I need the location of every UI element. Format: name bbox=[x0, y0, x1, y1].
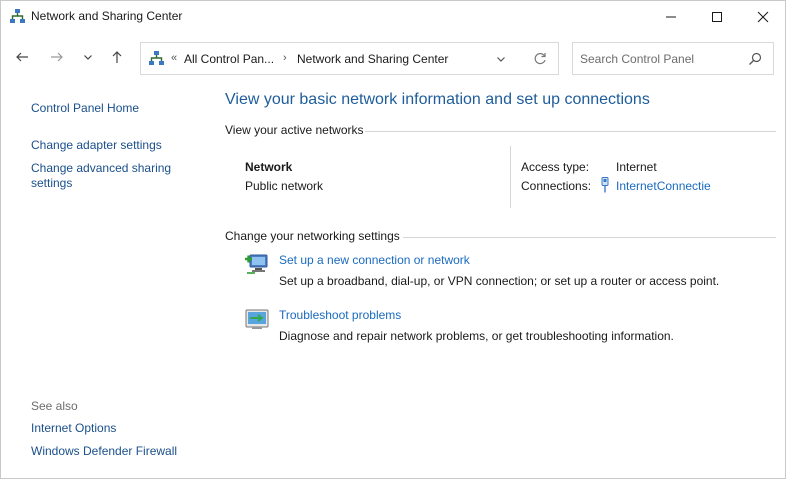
sidebar-link-control-panel-home[interactable]: Control Panel Home bbox=[31, 101, 201, 116]
vertical-divider bbox=[510, 146, 511, 208]
chevron-down-icon bbox=[497, 57, 505, 62]
search-box[interactable] bbox=[572, 42, 774, 75]
search-input[interactable] bbox=[580, 50, 740, 68]
minimize-button[interactable] bbox=[648, 1, 694, 32]
active-networks-heading: View your active networks bbox=[225, 123, 364, 137]
address-dropdown-button[interactable] bbox=[493, 51, 509, 67]
recent-locations-button[interactable] bbox=[77, 46, 99, 68]
breadcrumb-separator[interactable]: › bbox=[283, 52, 287, 64]
back-button[interactable] bbox=[11, 46, 33, 68]
change-settings-heading: Change your networking settings bbox=[225, 229, 400, 243]
network-center-icon bbox=[149, 51, 164, 65]
window-title: Network and Sharing Center bbox=[31, 9, 183, 23]
refresh-button[interactable] bbox=[531, 50, 549, 68]
ethernet-connection-icon bbox=[601, 177, 609, 193]
sidebar-link-advanced-sharing[interactable]: Change advanced sharing settings bbox=[31, 161, 201, 191]
maximize-icon bbox=[712, 11, 722, 22]
connection-link[interactable]: InternetConnectie bbox=[616, 179, 711, 193]
section-divider bbox=[365, 131, 776, 132]
breadcrumb-overflow-button[interactable]: « bbox=[171, 52, 177, 64]
troubleshoot-icon bbox=[245, 309, 269, 329]
see-also-heading: See also bbox=[31, 399, 78, 413]
chevron-down-icon bbox=[84, 55, 92, 60]
access-type-label: Access type: bbox=[521, 160, 590, 174]
sidebar-link-adapter-settings[interactable]: Change adapter settings bbox=[31, 138, 201, 153]
close-icon bbox=[757, 11, 769, 22]
arrow-right-icon bbox=[51, 52, 63, 62]
sidebar-link-defender-firewall[interactable]: Windows Defender Firewall bbox=[31, 444, 201, 459]
new-connection-icon bbox=[245, 254, 268, 274]
close-button[interactable] bbox=[740, 1, 785, 32]
up-button[interactable] bbox=[106, 46, 128, 68]
section-divider bbox=[403, 237, 776, 238]
arrow-up-icon bbox=[112, 51, 122, 63]
title-bar[interactable]: Network and Sharing Center bbox=[1, 1, 785, 32]
navigation-bar: « All Control Pan... › Network and Shari… bbox=[1, 32, 785, 84]
network-center-icon bbox=[10, 9, 25, 23]
forward-button[interactable] bbox=[46, 46, 68, 68]
setup-connection-description: Set up a broadband, dial-up, or VPN conn… bbox=[279, 274, 720, 288]
connections-label: Connections: bbox=[521, 179, 592, 193]
network-category: Public network bbox=[245, 179, 324, 193]
setup-connection-link[interactable]: Set up a new connection or network bbox=[279, 253, 470, 267]
minimize-icon bbox=[666, 16, 676, 17]
search-icon[interactable] bbox=[748, 52, 762, 66]
refresh-icon bbox=[534, 52, 546, 65]
maximize-button[interactable] bbox=[694, 1, 740, 32]
access-type-value: Internet bbox=[616, 160, 657, 174]
window: Network and Sharing Center « All Control… bbox=[0, 0, 786, 479]
network-name: Network bbox=[245, 160, 293, 174]
breadcrumb-control-panel[interactable]: All Control Pan... bbox=[184, 52, 274, 66]
address-bar[interactable]: « All Control Pan... › Network and Shari… bbox=[140, 42, 559, 75]
arrow-left-icon bbox=[16, 52, 28, 62]
sidebar: Control Panel Home Change adapter settin… bbox=[1, 84, 211, 478]
breadcrumb-network-center[interactable]: Network and Sharing Center bbox=[297, 52, 448, 66]
main-content: View your basic network information and … bbox=[225, 84, 777, 478]
page-title: View your basic network information and … bbox=[225, 91, 650, 108]
troubleshoot-link[interactable]: Troubleshoot problems bbox=[279, 308, 401, 322]
sidebar-link-internet-options[interactable]: Internet Options bbox=[31, 421, 201, 436]
troubleshoot-description: Diagnose and repair network problems, or… bbox=[279, 329, 674, 343]
